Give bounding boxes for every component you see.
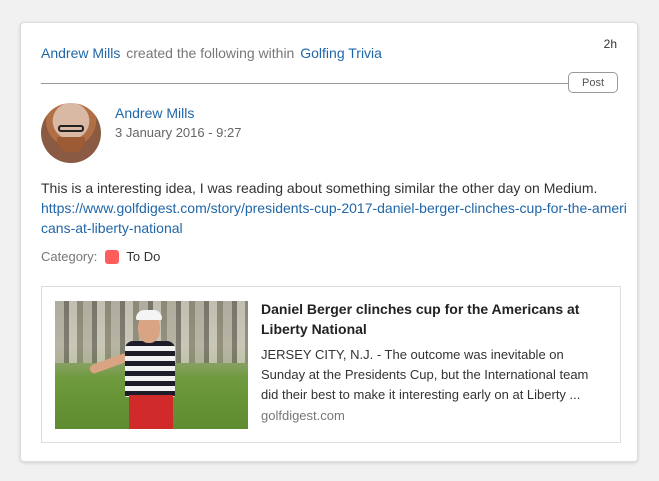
post-date: 3 January 2016 - 9:27 bbox=[115, 125, 242, 140]
group-link[interactable]: Golfing Trivia bbox=[300, 45, 382, 61]
preview-image-shirt bbox=[125, 341, 175, 397]
preview-domain: golfdigest.com bbox=[261, 408, 345, 423]
avatar[interactable] bbox=[41, 103, 101, 163]
post-text: This is a interesting idea, I was readin… bbox=[41, 180, 598, 196]
category-row: Category: To Do bbox=[41, 249, 160, 264]
category-name[interactable]: To Do bbox=[126, 249, 160, 264]
post-url-link[interactable]: https://www.golfdigest.com/story/preside… bbox=[41, 200, 627, 236]
post-author-link[interactable]: Andrew Mills bbox=[115, 105, 194, 121]
activity-author-link[interactable]: Andrew Mills bbox=[41, 45, 120, 61]
link-preview-card[interactable]: Daniel Berger clinches cup for the Ameri… bbox=[41, 286, 621, 443]
divider bbox=[41, 83, 617, 84]
category-color-swatch bbox=[105, 249, 120, 264]
preview-image[interactable] bbox=[55, 301, 248, 429]
category-label: Category: bbox=[41, 249, 98, 264]
preview-title[interactable]: Daniel Berger clinches cup for the Ameri… bbox=[261, 299, 601, 339]
activity-header: Andrew Mills created the following withi… bbox=[41, 45, 382, 61]
activity-card: Andrew Mills created the following withi… bbox=[20, 22, 638, 462]
timestamp: 2h bbox=[603, 37, 617, 51]
preview-image-cap bbox=[136, 310, 162, 320]
avatar-glasses bbox=[58, 125, 84, 132]
post-button[interactable]: Post bbox=[568, 72, 618, 93]
activity-action-text: created the following within bbox=[126, 45, 295, 61]
preview-image-pants bbox=[129, 395, 173, 429]
post-body: This is a interesting idea, I was readin… bbox=[41, 178, 631, 238]
avatar-beard bbox=[57, 137, 85, 153]
preview-description: JERSEY CITY, N.J. - The outcome was inev… bbox=[261, 347, 589, 402]
